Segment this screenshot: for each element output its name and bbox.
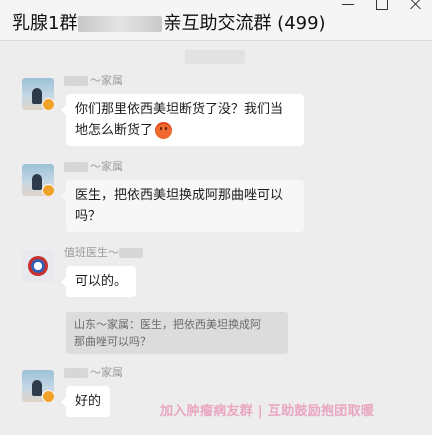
redacted-text bbox=[64, 76, 88, 86]
fire-emoji-icon bbox=[155, 122, 173, 139]
chat-title-suffix: 亲互助交流群 (499) bbox=[163, 13, 326, 34]
message-bubble[interactable]: 你们那里依西美坦断货了没？我们当 地怎么断货了 bbox=[61, 94, 304, 146]
message-text-line: 地怎么断货了 bbox=[75, 120, 295, 141]
message-text-line: 医生，把依西美坦换成阿那曲唑可以 bbox=[75, 188, 284, 203]
captain-shield-icon bbox=[28, 256, 48, 276]
avatar[interactable] bbox=[22, 250, 54, 282]
badge-icon bbox=[42, 98, 54, 110]
avatar[interactable] bbox=[22, 370, 54, 402]
sender-name: ～家属 bbox=[64, 72, 123, 88]
quote-text-line: 山东～家属：医生，把依西美坦换成阿 bbox=[74, 318, 261, 331]
sender-name: 值班医生～ bbox=[64, 244, 145, 260]
avatar[interactable] bbox=[22, 164, 54, 196]
chat-title: 乳腺1群 亲互助交流群 (499) bbox=[12, 9, 326, 35]
sender-name-text: 值班医生～ bbox=[64, 246, 119, 259]
quote-text-line: 那曲唑可以吗？ bbox=[74, 335, 151, 348]
badge-icon bbox=[42, 184, 54, 196]
chat-title-prefix: 乳腺1群 bbox=[12, 13, 78, 34]
watermark-text: 加入肿瘤病友群 | 互助鼓励抱团取暖 bbox=[160, 404, 375, 419]
message-bubble[interactable]: 好的 bbox=[60, 386, 111, 417]
sender-name-text: ～家属 bbox=[90, 366, 123, 379]
message-bubble[interactable]: 医生，把依西美坦换成阿那曲唑可以 吗？ bbox=[61, 180, 304, 232]
sender-name: ～家属 bbox=[64, 158, 123, 174]
load-more-indicator[interactable] bbox=[185, 50, 245, 64]
redacted-text bbox=[64, 162, 88, 172]
redacted-text bbox=[64, 368, 88, 378]
quoted-reply[interactable]: 山东～家属：医生，把依西美坦换成阿 那曲唑可以吗？ bbox=[66, 312, 288, 354]
sender-name: ～家属 bbox=[64, 364, 123, 380]
title-bar: 乳腺1群 亲互助交流群 (499) bbox=[0, 0, 432, 41]
message-bubble[interactable]: 可以的。 bbox=[60, 266, 137, 297]
redacted-text bbox=[78, 16, 163, 32]
message-text: 可以的。 bbox=[75, 274, 128, 289]
window-controls bbox=[342, 0, 422, 10]
message-text: 地怎么断货了 bbox=[75, 123, 154, 138]
redacted-text bbox=[119, 248, 143, 258]
sender-name-text: ～家属 bbox=[90, 160, 123, 173]
message-text-line: 你们那里依西美坦断货了没？我们当 bbox=[75, 102, 284, 117]
close-icon[interactable] bbox=[410, 0, 422, 10]
maximize-icon[interactable] bbox=[376, 0, 388, 10]
avatar[interactable] bbox=[22, 78, 54, 110]
message-text-line: 吗？ bbox=[75, 209, 102, 224]
sender-name-text: ～家属 bbox=[90, 74, 123, 87]
message-text: 好的 bbox=[75, 394, 102, 409]
badge-icon bbox=[42, 390, 54, 402]
minimize-icon[interactable] bbox=[342, 0, 354, 10]
